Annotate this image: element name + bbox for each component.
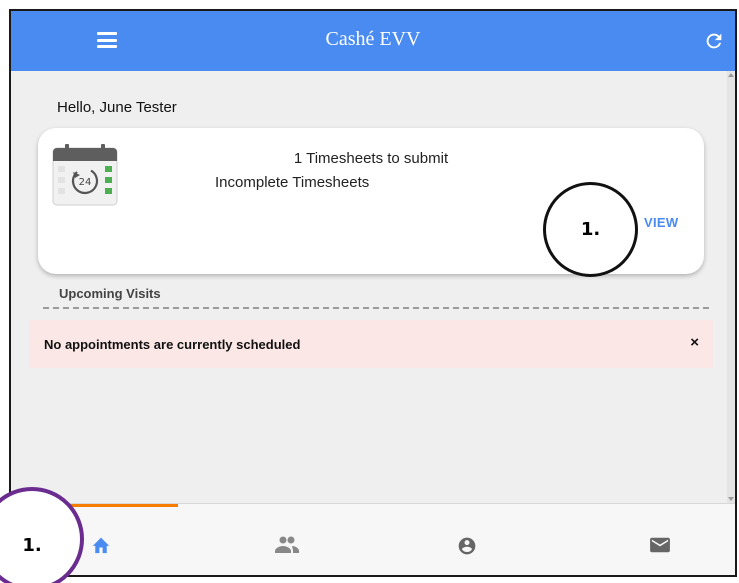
refresh-icon[interactable] [703,30,725,52]
timesheet-count-text: 1 Timesheets to submit [293,150,449,167]
home-icon [92,537,110,554]
tab-messages[interactable] [551,504,731,575]
alert-message: No appointments are currently scheduled [44,337,301,352]
timesheet-status-text: Incomplete Timesheets [215,174,370,191]
upcoming-visits-label: Upcoming Visits [59,286,161,301]
tab-people[interactable] [191,504,371,575]
calendar-day-label: 24 [79,177,92,188]
close-icon[interactable]: × [690,334,699,351]
divider [43,307,709,309]
scroll-down-icon[interactable] [728,497,734,501]
scrollbar[interactable] [727,71,735,503]
greeting-text: Hello, June Tester [57,99,177,116]
mail-icon [650,537,670,553]
people-icon [275,536,299,553]
bottom-nav [11,503,735,575]
view-button[interactable]: VIEW [644,215,678,230]
app-title: Cashé EVV [325,28,421,50]
app-window: Cashé EVV Hello, June Tester 24 1 Timesh… [9,9,737,577]
account-circle-icon [458,537,476,555]
no-appointments-alert: No appointments are currently scheduled … [29,320,713,368]
tab-account[interactable] [371,504,551,575]
scroll-up-icon[interactable] [728,73,734,77]
app-header: Cashé EVV [11,11,735,71]
annotation-view-marker: 1. [543,182,638,277]
